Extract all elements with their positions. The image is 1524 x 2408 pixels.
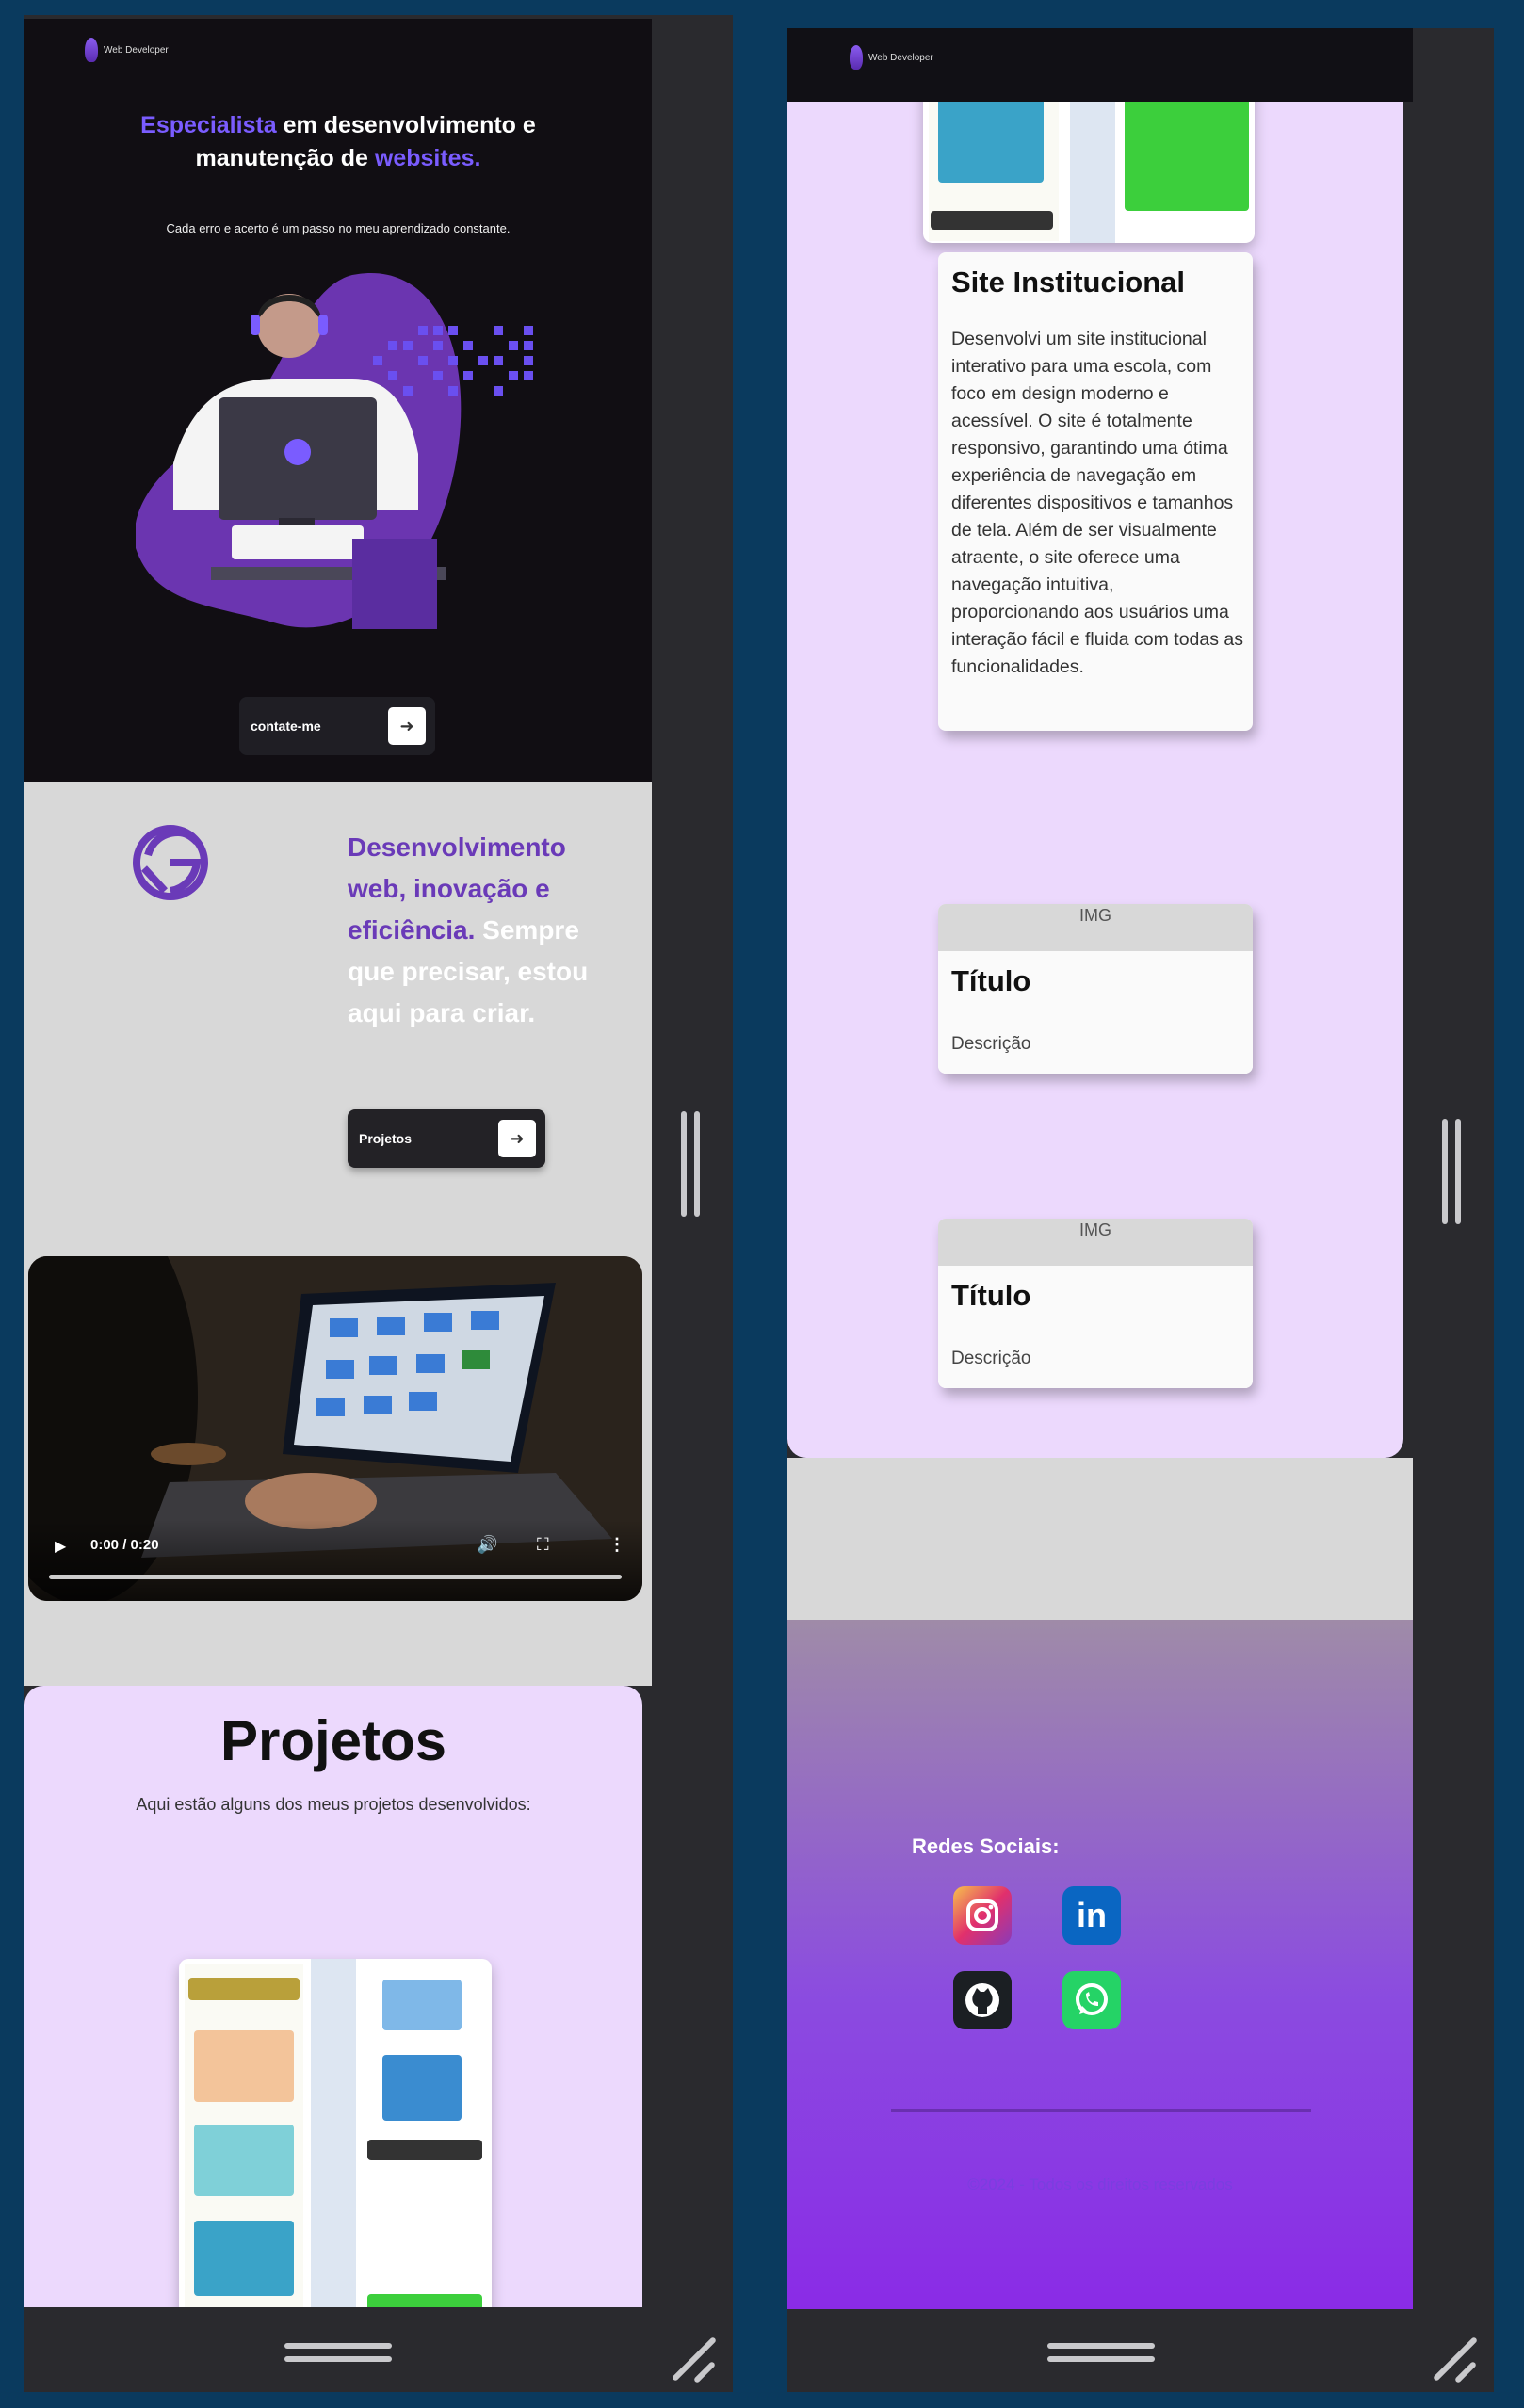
flame-logo-icon xyxy=(850,45,863,70)
projects-title: Projetos xyxy=(219,1709,447,1772)
bottom-resize-handle[interactable] xyxy=(284,2341,392,2366)
social-heading: Redes Sociais: xyxy=(912,1834,1060,1858)
gatsby-logo-icon xyxy=(133,825,208,900)
whatsapp-icon[interactable] xyxy=(1062,1971,1121,2029)
logo-text: Web Developer xyxy=(104,44,169,56)
arrow-right-icon: ➜ xyxy=(388,707,426,745)
side-resize-handle[interactable] xyxy=(678,1111,703,1217)
corner-resize-grip[interactable] xyxy=(1430,2334,1481,2384)
contact-button-label: contate-me xyxy=(251,719,321,734)
hero-subtitle: Cada erro e acerto é um passo no meu apr… xyxy=(166,221,511,235)
about-section: Desenvolvimento web, inovação e eficiênc… xyxy=(24,782,652,1686)
projects-description: Aqui estão alguns dos meus projetos dese… xyxy=(136,1795,531,1814)
volume-icon[interactable]: 🔊 xyxy=(477,1535,497,1555)
projects-section: Projetos Aqui estão alguns dos meus proj… xyxy=(24,1686,642,2307)
project-card-description: Descrição xyxy=(951,1349,1031,1368)
projects-section: Site Institucional Desenvolvi um site in… xyxy=(787,64,1403,1458)
project-card[interactable]: IMG Título Descrição xyxy=(938,1219,1253,1388)
side-resize-handle[interactable] xyxy=(1439,1119,1464,1224)
project-card-description: Descrição xyxy=(951,1034,1031,1054)
corner-resize-grip[interactable] xyxy=(669,2334,720,2384)
project-card[interactable]: IMG Título Descrição xyxy=(938,904,1253,1074)
left-viewport[interactable]: Web Developer Especialista em desenvolvi… xyxy=(24,19,652,2307)
hero-title-accent-2: websites. xyxy=(374,145,481,171)
left-preview-frame: Web Developer Especialista em desenvolvi… xyxy=(24,15,733,2392)
project-card[interactable]: Site Institucional Desenvolvi um site in… xyxy=(938,252,1253,731)
linkedin-icon[interactable]: in xyxy=(1062,1886,1121,1945)
hero-title-accent: Especialista xyxy=(140,112,277,138)
hero-title: Especialista em desenvolvimento e manute… xyxy=(81,109,595,175)
navbar: Web Developer xyxy=(787,28,1413,102)
about-heading: Desenvolvimento web, inovação e eficiênc… xyxy=(348,827,630,1034)
more-options-icon[interactable]: ⋮ xyxy=(608,1535,625,1555)
logo[interactable]: Web Developer xyxy=(850,45,933,70)
play-icon[interactable]: ▶ xyxy=(55,1537,66,1556)
projects-button[interactable]: Projetos ➜ xyxy=(348,1109,545,1168)
hero-section: Web Developer Especialista em desenvolvi… xyxy=(24,19,652,782)
github-icon[interactable] xyxy=(953,1971,1012,2029)
project-screenshot[interactable] xyxy=(179,1959,492,2307)
broken-image-placeholder: IMG xyxy=(938,1219,1253,1266)
copyright-text: ©2024 - Todos os direitos reservados xyxy=(967,2175,1233,2193)
bottom-resize-handle[interactable] xyxy=(1047,2341,1155,2366)
screenshot-desktop-view xyxy=(364,1964,486,2307)
flame-logo-icon xyxy=(85,38,98,62)
right-viewport[interactable]: Web Developer Site Institucional Desenvo… xyxy=(787,28,1413,2309)
logo-text: Web Developer xyxy=(868,52,933,63)
section-spacer xyxy=(787,1458,1413,1620)
screenshot-mobile-view xyxy=(185,1964,303,2307)
logo[interactable]: Web Developer xyxy=(85,38,169,62)
broken-image-placeholder: IMG xyxy=(938,904,1253,951)
footer-divider xyxy=(891,2109,1311,2112)
project-card-description: Desenvolvi um site institucional interat… xyxy=(951,329,1244,677)
fullscreen-icon[interactable]: ⛶ xyxy=(537,1535,549,1555)
project-card-title: Site Institucional xyxy=(951,266,1186,299)
screenshot-divider xyxy=(311,1959,356,2307)
arrow-right-icon: ➜ xyxy=(498,1120,536,1157)
project-card-title: Título xyxy=(951,1279,1031,1312)
instagram-icon[interactable] xyxy=(953,1886,1012,1945)
projects-button-label: Projetos xyxy=(359,1131,413,1146)
video-progress-bar[interactable] xyxy=(49,1575,622,1579)
developer-illustration xyxy=(136,273,533,629)
video-time: 0:00 / 0:20 xyxy=(90,1537,159,1553)
footer: Redes Sociais: in ©2024 - Todos os direi… xyxy=(787,1620,1413,2309)
project-card-title: Título xyxy=(951,964,1031,997)
right-preview-frame: Web Developer Site Institucional Desenvo… xyxy=(787,28,1494,2392)
video-player[interactable]: ▶ 0:00 / 0:20 🔊 ⛶ ⋮ xyxy=(28,1256,642,1601)
video-controls xyxy=(28,1520,642,1601)
contact-button[interactable]: contate-me ➜ xyxy=(239,697,435,755)
